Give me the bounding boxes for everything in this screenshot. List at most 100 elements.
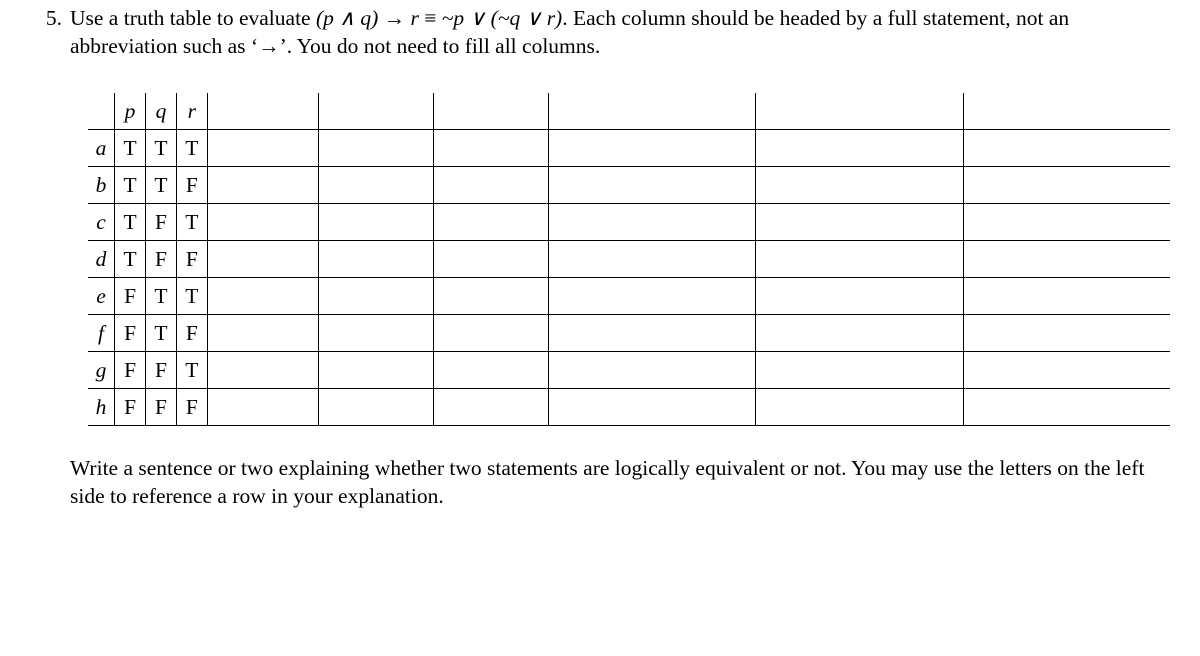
cell-rowlabel: g bbox=[88, 351, 115, 388]
cell-blank-6 bbox=[963, 351, 1170, 388]
cell-q: T bbox=[146, 129, 177, 166]
table-row: gFFT bbox=[88, 351, 1170, 388]
cell-rowlabel: a bbox=[88, 129, 115, 166]
cell-blank-2 bbox=[319, 203, 434, 240]
table-row: hFFF bbox=[88, 388, 1170, 425]
cell-blank-3 bbox=[433, 129, 548, 166]
cell-blank-2 bbox=[319, 351, 434, 388]
table-row: dTFF bbox=[88, 240, 1170, 277]
cell-rowlabel: b bbox=[88, 166, 115, 203]
table-row: eFTT bbox=[88, 277, 1170, 314]
cell-blank-4 bbox=[548, 129, 755, 166]
cell-p: T bbox=[115, 240, 146, 277]
table-row: cTFT bbox=[88, 203, 1170, 240]
cell-blank-4 bbox=[548, 203, 755, 240]
cell-blank-4 bbox=[548, 277, 755, 314]
col-r: r bbox=[176, 93, 207, 130]
cell-blank-3 bbox=[433, 388, 548, 425]
cell-p: F bbox=[115, 277, 146, 314]
cell-blank-2 bbox=[319, 166, 434, 203]
cell-blank-3 bbox=[433, 203, 548, 240]
cell-q: T bbox=[146, 314, 177, 351]
cell-blank-3 bbox=[433, 240, 548, 277]
problem-number: 5. bbox=[30, 4, 70, 511]
cell-blank-5 bbox=[756, 388, 963, 425]
cell-p: T bbox=[115, 129, 146, 166]
cell-q: F bbox=[146, 351, 177, 388]
cell-blank-6 bbox=[963, 203, 1170, 240]
cell-p: T bbox=[115, 203, 146, 240]
problem-statement: Use a truth table to evaluate (p ∧ q) → … bbox=[70, 4, 1170, 61]
cell-rowlabel: f bbox=[88, 314, 115, 351]
cell-blank-1 bbox=[207, 240, 318, 277]
cell-blank-2 bbox=[319, 277, 434, 314]
cell-r: F bbox=[176, 314, 207, 351]
cell-r: F bbox=[176, 240, 207, 277]
col-blank-3 bbox=[433, 93, 548, 130]
cell-r: F bbox=[176, 166, 207, 203]
cell-q: F bbox=[146, 203, 177, 240]
cell-blank-4 bbox=[548, 388, 755, 425]
table-header-row: p q r bbox=[88, 93, 1170, 130]
cell-blank-5 bbox=[756, 166, 963, 203]
cell-rowlabel: e bbox=[88, 277, 115, 314]
table-body: aTTTbTTFcTFTdTFFeFTTfFTFgFFThFFF bbox=[88, 129, 1170, 425]
cell-blank-1 bbox=[207, 166, 318, 203]
cell-blank-3 bbox=[433, 277, 548, 314]
prompt-pre: Use a truth table to evaluate bbox=[70, 6, 316, 30]
cell-blank-1 bbox=[207, 277, 318, 314]
cell-q: F bbox=[146, 240, 177, 277]
col-q: q bbox=[146, 93, 177, 130]
cell-blank-2 bbox=[319, 129, 434, 166]
cell-rowlabel: d bbox=[88, 240, 115, 277]
cell-r: T bbox=[176, 277, 207, 314]
cell-p: F bbox=[115, 314, 146, 351]
table-row: aTTT bbox=[88, 129, 1170, 166]
col-p: p bbox=[115, 93, 146, 130]
cell-blank-2 bbox=[319, 388, 434, 425]
cell-blank-4 bbox=[548, 314, 755, 351]
table-row: fFTF bbox=[88, 314, 1170, 351]
truth-table-wrap: p q r aTTTbTTFcTFTdTFFeF bbox=[88, 93, 1170, 426]
cell-blank-1 bbox=[207, 351, 318, 388]
cell-blank-1 bbox=[207, 388, 318, 425]
cell-blank-4 bbox=[548, 240, 755, 277]
cell-blank-5 bbox=[756, 129, 963, 166]
cell-blank-6 bbox=[963, 166, 1170, 203]
cell-blank-6 bbox=[963, 240, 1170, 277]
cell-r: T bbox=[176, 203, 207, 240]
cell-blank-5 bbox=[756, 351, 963, 388]
followup-text: Write a sentence or two explaining wheth… bbox=[70, 454, 1170, 511]
cell-blank-5 bbox=[756, 203, 963, 240]
problem-body: Use a truth table to evaluate (p ∧ q) → … bbox=[70, 4, 1170, 511]
cell-blank-6 bbox=[963, 314, 1170, 351]
cell-r: F bbox=[176, 388, 207, 425]
page: 5. Use a truth table to evaluate (p ∧ q)… bbox=[0, 0, 1200, 511]
problem: 5. Use a truth table to evaluate (p ∧ q)… bbox=[30, 4, 1170, 511]
prompt-post2: ’. You do not need to fill all columns. bbox=[280, 34, 601, 58]
cell-blank-3 bbox=[433, 314, 548, 351]
cell-p: F bbox=[115, 388, 146, 425]
table-row: bTTF bbox=[88, 166, 1170, 203]
cell-blank-6 bbox=[963, 277, 1170, 314]
cell-blank-2 bbox=[319, 314, 434, 351]
cell-rowlabel: h bbox=[88, 388, 115, 425]
cell-blank-4 bbox=[548, 351, 755, 388]
col-blank-1 bbox=[207, 93, 318, 130]
cell-blank-1 bbox=[207, 129, 318, 166]
expr-left: (p ∧ q) → r bbox=[316, 6, 419, 30]
cell-blank-6 bbox=[963, 129, 1170, 166]
col-rowlabel bbox=[88, 93, 115, 130]
cell-blank-4 bbox=[548, 166, 755, 203]
cell-blank-2 bbox=[319, 240, 434, 277]
cell-p: T bbox=[115, 166, 146, 203]
col-blank-2 bbox=[319, 93, 434, 130]
col-blank-4 bbox=[548, 93, 755, 130]
cell-blank-5 bbox=[756, 277, 963, 314]
cell-blank-5 bbox=[756, 314, 963, 351]
cell-q: T bbox=[146, 277, 177, 314]
cell-q: T bbox=[146, 166, 177, 203]
cell-blank-6 bbox=[963, 388, 1170, 425]
cell-blank-3 bbox=[433, 166, 548, 203]
expr-right: ~p ∨ (~q ∨ r) bbox=[442, 6, 562, 30]
